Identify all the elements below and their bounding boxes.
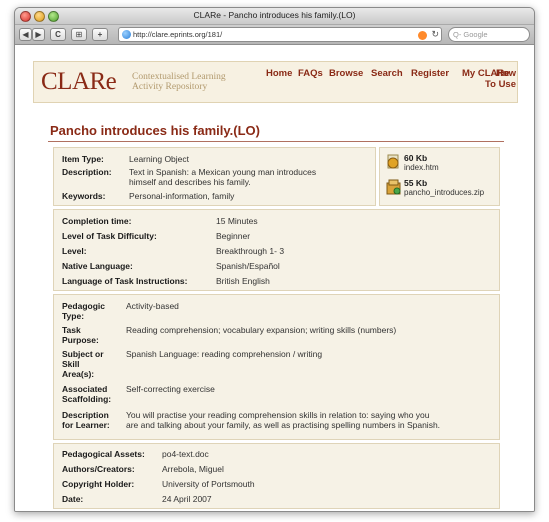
subject-area-label: Subject or Skill Area(s): (62, 349, 104, 379)
pedagogic-type-label-line2: Type: (62, 311, 85, 321)
task-purpose-value: Reading comprehension; vocabulary expans… (126, 325, 397, 335)
reload-icon[interactable]: ↻ (431, 28, 439, 41)
file-link-2[interactable]: pancho_introduces.zip (404, 188, 484, 198)
scaffolding-label-line1: Associated (62, 384, 108, 394)
item-info-panel: Item Type: Learning Object Description: … (53, 147, 376, 206)
pedagogic-type-label: Pedagogic Type: (62, 301, 105, 321)
keywords-value: Personal-information, family (129, 191, 235, 201)
address-text: http://clare.eprints.org/181/ (133, 30, 223, 39)
pedagogical-assets-label: Pedagogical Assets: (62, 449, 145, 459)
completion-time-value: 15 Minutes (216, 216, 258, 226)
web-page-file-icon[interactable] (386, 154, 401, 170)
logo-subtitle: Contextualised Learning Activity Reposit… (132, 72, 226, 92)
task-details-panel: Completion time: 15 Minutes Level of Tas… (53, 209, 500, 291)
learner-description-line2: are and talking about your family, as we… (126, 420, 441, 430)
learner-description-label-line1: Description (62, 410, 109, 420)
subject-area-label-line3: Area(s): (62, 369, 95, 379)
instructions-language-value: British English (216, 276, 270, 286)
forward-button[interactable]: ▶ (32, 28, 45, 41)
add-bookmark-button[interactable]: + (92, 28, 108, 41)
difficulty-label: Level of Task Difficulty: (62, 231, 157, 241)
logo-subtitle-line1: Contextualised Learning (132, 72, 226, 82)
title-divider (48, 141, 504, 142)
page-content: CLARe Contextualised Learning Activity R… (15, 46, 534, 511)
nav-browse[interactable]: Browse (329, 68, 363, 79)
difficulty-value: Beginner (216, 231, 251, 241)
nav-home[interactable]: Home (266, 68, 292, 79)
file-link-1[interactable]: index.htm (404, 163, 439, 173)
copyright-value: University of Portsmouth (162, 479, 255, 489)
instructions-language-label: Language of Task Instructions: (62, 276, 188, 286)
site-logo[interactable]: CLARe (41, 68, 117, 96)
scaffolding-value: Self-correcting exercise (126, 384, 215, 394)
item-type-label: Item Type: (62, 154, 104, 164)
authors-value: Arrebola, Miguel (162, 464, 224, 474)
nav-how-to-use[interactable]: How To Use (485, 68, 516, 90)
learner-description-line1: You will practise your reading comprehen… (126, 410, 430, 420)
nav-how-to-use-line2: To Use (485, 79, 516, 90)
back-button[interactable]: ◀ (19, 28, 32, 41)
search-field[interactable]: Q- Google (448, 27, 530, 42)
files-panel: 60 Kb index.htm 55 Kb pancho_introduces.… (379, 147, 500, 206)
assets-panel: Pedagogical Assets: po4-text.doc Authors… (53, 443, 500, 509)
nav-faqs[interactable]: FAQs (298, 68, 323, 79)
level-label: Level: (62, 246, 87, 256)
nav-register[interactable]: Register (411, 68, 449, 79)
copyright-label: Copyright Holder: (62, 479, 135, 489)
description-line2: himself and describes his family. (129, 177, 251, 187)
pedagogic-type-label-line1: Pedagogic (62, 301, 105, 311)
bookmark-icon[interactable]: ⊞ (71, 28, 87, 41)
reload-button[interactable]: C (50, 28, 66, 41)
window-title: CLARe - Pancho introduces his family.(LO… (193, 10, 356, 20)
keywords-label: Keywords: (62, 191, 106, 201)
scaffolding-label: Associated Scaffolding: (62, 384, 111, 404)
native-language-value: Spanish/Español (216, 261, 280, 271)
subject-area-label-line1: Subject or (62, 349, 104, 359)
title-bar: CLARe - Pancho introduces his family.(LO… (15, 8, 534, 25)
task-purpose-label: Task Purpose: (62, 325, 99, 345)
site-header: CLARe Contextualised Learning Activity R… (33, 61, 518, 103)
pedagogical-assets-value[interactable]: po4-text.doc (162, 449, 209, 459)
date-label: Date: (62, 494, 84, 504)
subject-area-value: Spanish Language: reading comprehension … (126, 349, 323, 359)
native-language-label: Native Language: (62, 261, 133, 271)
description-line1: Text in Spanish: a Mexican young man int… (129, 167, 317, 177)
authors-label: Authors/Creators: (62, 464, 135, 474)
browser-toolbar: ◀ ▶ C ⊞ + http://clare.eprints.org/181/ … (15, 25, 534, 45)
rss-icon[interactable] (418, 31, 427, 40)
completion-time-label: Completion time: (62, 216, 132, 226)
file-size-2: 55 Kb (404, 178, 428, 188)
scaffolding-label-line2: Scaffolding: (62, 394, 112, 404)
level-value: Breakthrough 1- 3 (216, 246, 285, 256)
file-size-1: 60 Kb (404, 153, 428, 163)
logo-subtitle-line2: Activity Repository (132, 82, 208, 92)
subject-area-label-line2: Skill (62, 359, 80, 369)
nav-how-to-use-line1: How (495, 68, 516, 79)
browser-window: CLARe - Pancho introduces his family.(LO… (14, 7, 535, 512)
task-purpose-label-line1: Task (62, 325, 81, 335)
nav-search[interactable]: Search (371, 68, 403, 79)
date-value: 24 April 2007 (162, 494, 212, 504)
page-title: Pancho introduces his family.(LO) (50, 123, 260, 138)
pedagogy-panel: Pedagogic Type: Activity-based Task Purp… (53, 294, 500, 440)
item-type-value: Learning Object (129, 154, 190, 164)
site-icon (122, 30, 131, 39)
pedagogic-type-value: Activity-based (126, 301, 179, 311)
learner-description-label: Description for Learner: (62, 410, 110, 430)
task-purpose-label-line2: Purpose: (62, 335, 99, 345)
learner-description-label-line2: for Learner: (62, 420, 110, 430)
description-label: Description: (62, 167, 112, 177)
address-bar[interactable]: http://clare.eprints.org/181/ ↻ (118, 27, 442, 42)
zip-file-icon[interactable] (386, 179, 401, 195)
